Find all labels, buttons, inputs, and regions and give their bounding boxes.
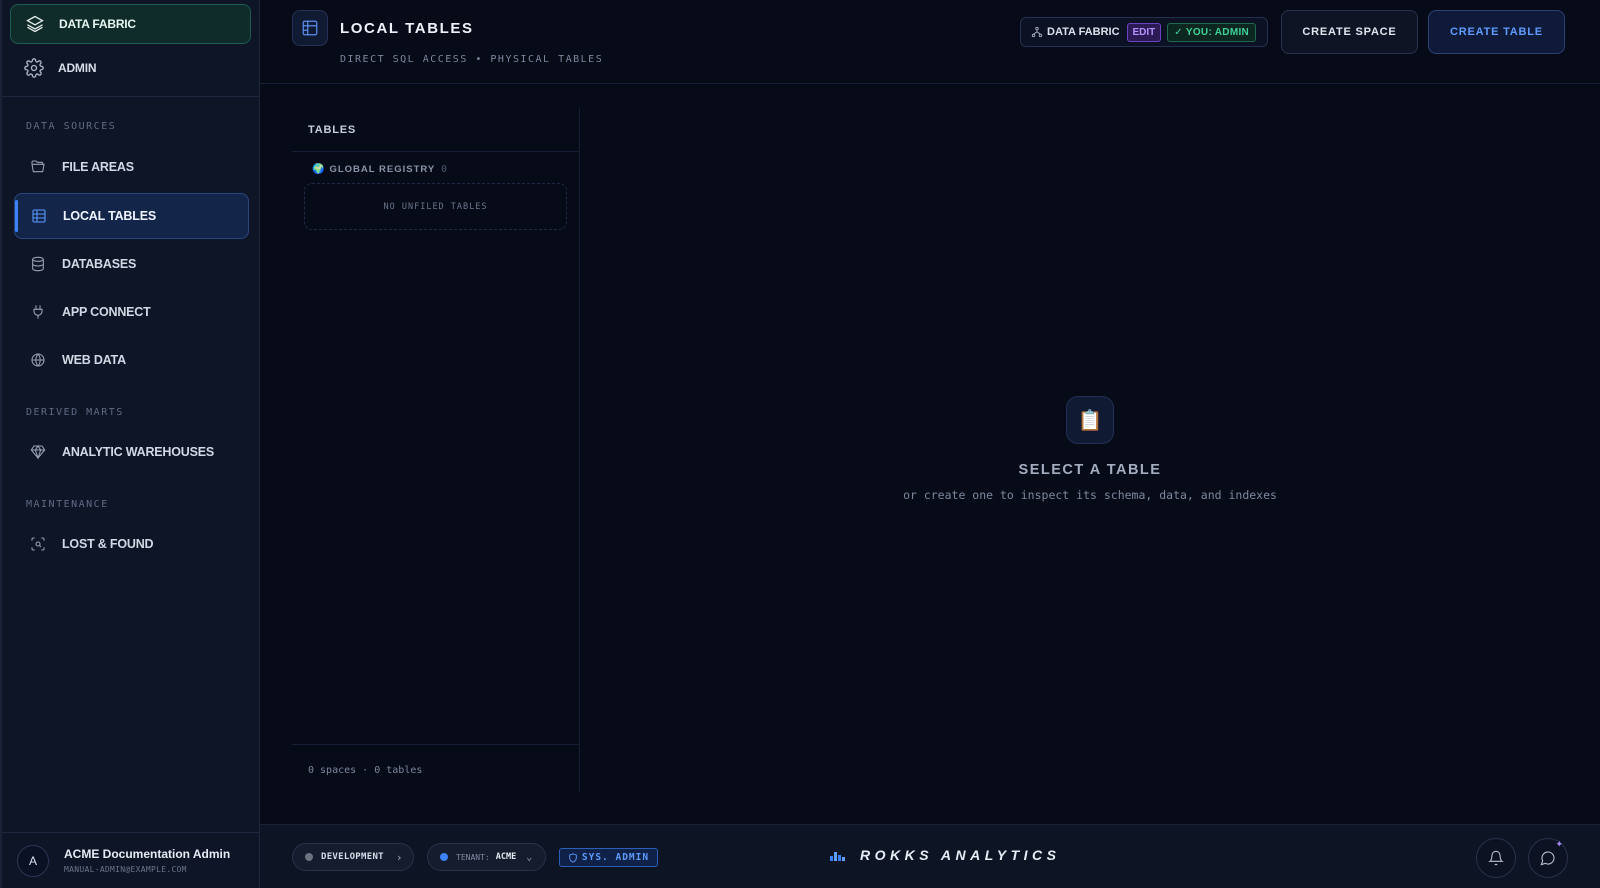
environment-label: DEVELOPMENT [321, 852, 384, 862]
section-label-derived-marts: DERIVED MARTS [26, 407, 124, 418]
sys-admin-badge: SYS. ADMIN [559, 848, 658, 867]
tables-summary: 0 spaces · 0 tables [292, 744, 580, 792]
sidebar-item-lost-found[interactable]: LOST & FOUND [14, 521, 249, 567]
status-bar: DEVELOPMENT › TENANT: ACME ⌄ SYS. ADMIN … [260, 824, 1600, 888]
tables-panel: TABLES 🌍 GLOBAL REGISTRY 0 NO UNFILED TA… [292, 108, 580, 792]
plug-icon [33, 305, 43, 319]
gear-icon [24, 58, 44, 78]
sidebar-item-file-areas[interactable]: FILE AREAS [14, 144, 249, 190]
sparkle-icon: ✦ [1555, 839, 1563, 849]
tenant-dot [440, 853, 448, 861]
section-label-maintenance: MAINTENANCE [26, 499, 109, 510]
role-badge-label: YOU: ADMIN [1185, 26, 1250, 38]
table-icon [32, 209, 46, 223]
database-icon [32, 256, 44, 272]
network-icon [1031, 26, 1043, 38]
folder-icon [31, 160, 45, 173]
tenant-selector[interactable]: TENANT: ACME ⌄ [427, 843, 546, 871]
sidebar-item-label: ADMIN [58, 61, 97, 75]
empty-state-subtitle: or create one to inspect its schema, dat… [903, 488, 1277, 502]
environment-selector[interactable]: DEVELOPMENT › [292, 843, 414, 871]
page-subtitle: DIRECT SQL ACCESS • PHYSICAL TABLES [340, 54, 604, 65]
empty-state-title: SELECT A TABLE [1018, 462, 1162, 478]
registry-label: GLOBAL REGISTRY [329, 164, 436, 175]
globe-icon [31, 353, 45, 367]
tenant-value: ACME [495, 852, 517, 862]
role-badge: ✓ YOU: ADMIN [1167, 22, 1257, 42]
check-icon: ✓ [1174, 26, 1186, 38]
tenant-label: TENANT: [456, 852, 490, 862]
layers-icon [26, 15, 44, 33]
edit-badge[interactable]: EDIT [1126, 22, 1162, 42]
registry-count: 0 [441, 164, 448, 175]
sidebar-item-data-fabric[interactable]: DATA FABRIC [10, 4, 251, 44]
sidebar-item-label: ANALYTIC WAREHOUSES [62, 445, 215, 459]
sidebar-item-analytic-warehouses[interactable]: ANALYTIC WAREHOUSES [14, 429, 249, 475]
sidebar-item-label: FILE AREAS [62, 160, 134, 174]
sidebar-top-nav: DATA FABRIC ADMIN [2, 0, 259, 97]
brand-logo: ROKKS ANALYTICS [830, 847, 1061, 863]
chat-button[interactable]: ✦ [1528, 838, 1568, 878]
table-icon [292, 10, 328, 46]
page-header: LOCAL TABLES DIRECT SQL ACCESS • PHYSICA… [260, 0, 1600, 84]
user-info: ACME Documentation Admin MANUAL-ADMIN@EX… [64, 847, 230, 874]
user-name: ACME Documentation Admin [64, 847, 231, 861]
fabric-label: DATA FABRIC [1047, 26, 1120, 38]
data-fabric-pill[interactable]: DATA FABRIC EDIT ✓ YOU: ADMIN [1020, 17, 1268, 47]
bell-icon [1488, 850, 1504, 866]
sidebar-item-web-data[interactable]: WEB DATA [14, 337, 249, 383]
brand-name: ROKKS ANALYTICS [860, 847, 1061, 863]
page-title: LOCAL TABLES [340, 20, 474, 37]
sidebar-item-label: DATABASES [62, 257, 137, 271]
sys-admin-label: SYS. ADMIN [581, 852, 650, 863]
chevron-right-icon: › [395, 850, 403, 864]
sidebar-item-label: WEB DATA [62, 353, 126, 367]
sidebar-item-admin[interactable]: ADMIN [10, 48, 251, 88]
shield-icon [569, 852, 577, 863]
sidebar-item-databases[interactable]: DATABASES [14, 241, 249, 287]
chat-icon [1540, 851, 1555, 866]
unfiled-tables-dropzone: NO UNFILED TABLES [304, 183, 567, 230]
scan-icon [31, 537, 45, 551]
global-registry-group[interactable]: 🌍 GLOBAL REGISTRY 0 [292, 164, 579, 175]
sidebar-item-local-tables[interactable]: LOCAL TABLES [14, 193, 249, 239]
empty-state: 📋 SELECT A TABLE or create one to inspec… [580, 396, 1600, 502]
sidebar-item-label: LOCAL TABLES [63, 209, 156, 223]
globe-icon: 🌍 [312, 164, 326, 175]
create-table-button[interactable]: CREATE TABLE [1428, 10, 1565, 54]
bar-chart-icon [830, 852, 845, 861]
environment-dot [305, 853, 313, 861]
sidebar: DATA FABRIC ADMIN DATA SOURCES FILE AREA… [0, 0, 260, 888]
user-profile[interactable]: A ACME Documentation Admin MANUAL-ADMIN@… [2, 832, 260, 888]
avatar: A [17, 844, 49, 877]
sidebar-item-app-connect[interactable]: APP CONNECT [14, 289, 249, 335]
user-email: MANUAL-ADMIN@EXAMPLE.COM [64, 865, 187, 874]
create-space-button[interactable]: CREATE SPACE [1281, 10, 1418, 54]
sidebar-item-label: DATA FABRIC [59, 17, 136, 31]
notifications-button[interactable] [1476, 838, 1516, 878]
sidebar-item-label: LOST & FOUND [62, 537, 154, 551]
tables-heading: TABLES [292, 108, 579, 152]
sidebar-item-label: APP CONNECT [62, 305, 151, 319]
gem-icon [30, 445, 46, 460]
clipboard-icon: 📋 [1066, 396, 1114, 444]
section-label-data-sources: DATA SOURCES [26, 121, 117, 132]
chevron-down-icon: ⌄ [526, 851, 533, 863]
